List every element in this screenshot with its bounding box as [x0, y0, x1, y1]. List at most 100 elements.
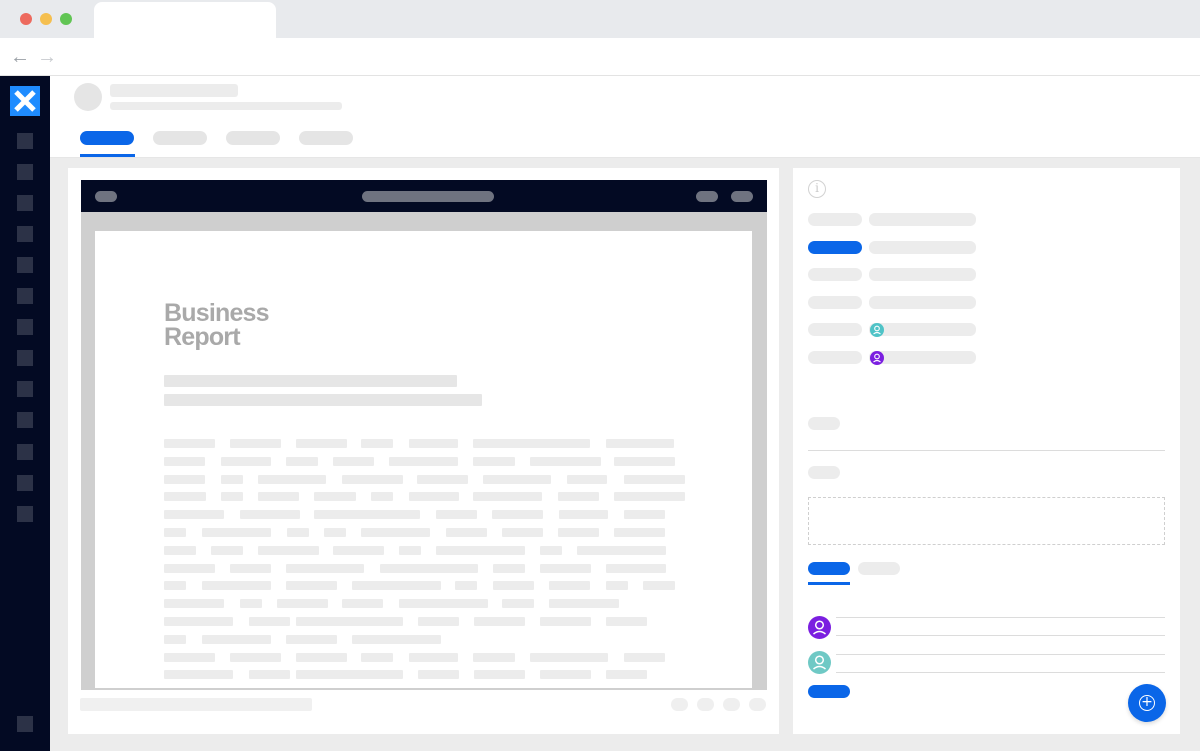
field-label	[808, 268, 862, 281]
window-close-button[interactable]	[20, 13, 32, 25]
text-line	[342, 474, 403, 484]
assignee-field[interactable]	[869, 323, 976, 336]
field-label	[808, 323, 862, 336]
sidebar-item[interactable]	[17, 288, 33, 304]
sidebar-item[interactable]	[17, 350, 33, 366]
text-line	[230, 439, 281, 448]
post-comment-button[interactable]	[808, 685, 850, 698]
sidebar-item[interactable]	[17, 195, 33, 211]
text-line	[164, 599, 224, 609]
window-maximize-button[interactable]	[60, 13, 72, 25]
user-avatar-icon	[870, 323, 884, 337]
viewer-control-button[interactable]	[671, 698, 688, 711]
tab-active-underline	[80, 154, 135, 157]
text-line	[558, 492, 599, 502]
comment-input-line[interactable]	[836, 672, 1165, 673]
text-line	[164, 563, 215, 573]
text-line	[164, 456, 205, 466]
field-value	[869, 213, 976, 226]
viewer-control-button[interactable]	[749, 698, 766, 711]
tab-comments[interactable]	[808, 562, 850, 575]
text-line	[164, 670, 233, 680]
field-label	[808, 296, 862, 309]
text-line	[277, 599, 328, 609]
reviewer-field[interactable]	[869, 351, 976, 364]
section-heading	[808, 466, 840, 479]
text-line	[314, 492, 356, 502]
text-line	[164, 545, 196, 555]
text-line	[455, 581, 477, 591]
text-line	[493, 581, 534, 591]
tab[interactable]	[299, 131, 353, 145]
text-line	[221, 456, 271, 466]
text-line	[240, 599, 262, 609]
tab-active[interactable]	[80, 131, 134, 145]
sidebar-item[interactable]	[17, 506, 33, 522]
add-button[interactable]: +	[1128, 684, 1166, 722]
viewer-control-button[interactable]	[697, 698, 714, 711]
tab[interactable]	[153, 131, 207, 145]
viewer-page-info	[80, 698, 312, 711]
text-line	[258, 492, 299, 502]
text-line	[624, 652, 665, 662]
sidebar-item[interactable]	[17, 226, 33, 242]
attachment-dropzone[interactable]	[808, 497, 1165, 545]
text-line	[493, 563, 525, 573]
browser-tab[interactable]	[94, 2, 276, 38]
avatar[interactable]	[74, 83, 102, 111]
viewer-menu-button[interactable]	[95, 191, 117, 202]
viewer-download-button[interactable]	[731, 191, 753, 202]
text-line	[436, 545, 525, 555]
text-line	[409, 492, 459, 502]
comment-input-line[interactable]	[836, 635, 1165, 636]
text-line	[296, 652, 347, 662]
sidebar-settings-item[interactable]	[17, 716, 33, 732]
text-line	[606, 617, 647, 626]
window-minimize-button[interactable]	[40, 13, 52, 25]
text-line	[286, 456, 318, 466]
text-line	[473, 456, 515, 466]
text-line	[230, 563, 271, 573]
viewer-zoom-button[interactable]	[696, 191, 718, 202]
comment-avatar-icon	[808, 651, 831, 674]
text-line	[361, 652, 393, 662]
text-line	[164, 492, 206, 502]
text-line	[286, 581, 337, 591]
sidebar-item[interactable]	[17, 412, 33, 428]
text-line	[230, 652, 281, 662]
forward-arrow-icon[interactable]: →	[37, 45, 57, 69]
text-line	[380, 563, 478, 573]
text-line	[502, 528, 543, 537]
tab-activity[interactable]	[858, 562, 900, 575]
text-line	[606, 439, 674, 448]
sidebar-item[interactable]	[17, 164, 33, 180]
text-line	[296, 670, 356, 680]
back-arrow-icon[interactable]: ←	[10, 45, 30, 69]
text-line	[540, 670, 591, 680]
document-title: Business Report	[164, 301, 270, 350]
text-line	[352, 617, 403, 626]
sidebar-item[interactable]	[17, 257, 33, 273]
status-badge[interactable]	[808, 241, 862, 254]
viewer-control-button[interactable]	[723, 698, 740, 711]
text-line	[409, 652, 458, 662]
sidebar-item[interactable]	[17, 475, 33, 491]
page-subtitle-placeholder	[110, 102, 342, 110]
text-line	[530, 652, 608, 662]
sidebar-item[interactable]	[17, 133, 33, 149]
section-heading	[808, 417, 840, 430]
tab[interactable]	[226, 131, 280, 145]
text-line	[418, 670, 459, 680]
field-label	[808, 213, 862, 226]
text-line	[483, 474, 551, 484]
app-logo[interactable]	[10, 86, 40, 116]
info-icon[interactable]: i	[808, 180, 826, 198]
text-line	[333, 456, 374, 466]
sidebar-item[interactable]	[17, 381, 33, 397]
text-line	[202, 528, 271, 537]
sidebar-item[interactable]	[17, 319, 33, 335]
text-line	[324, 528, 346, 537]
sidebar-item[interactable]	[17, 444, 33, 460]
x-logo-icon	[14, 90, 36, 112]
text-line	[473, 652, 515, 662]
